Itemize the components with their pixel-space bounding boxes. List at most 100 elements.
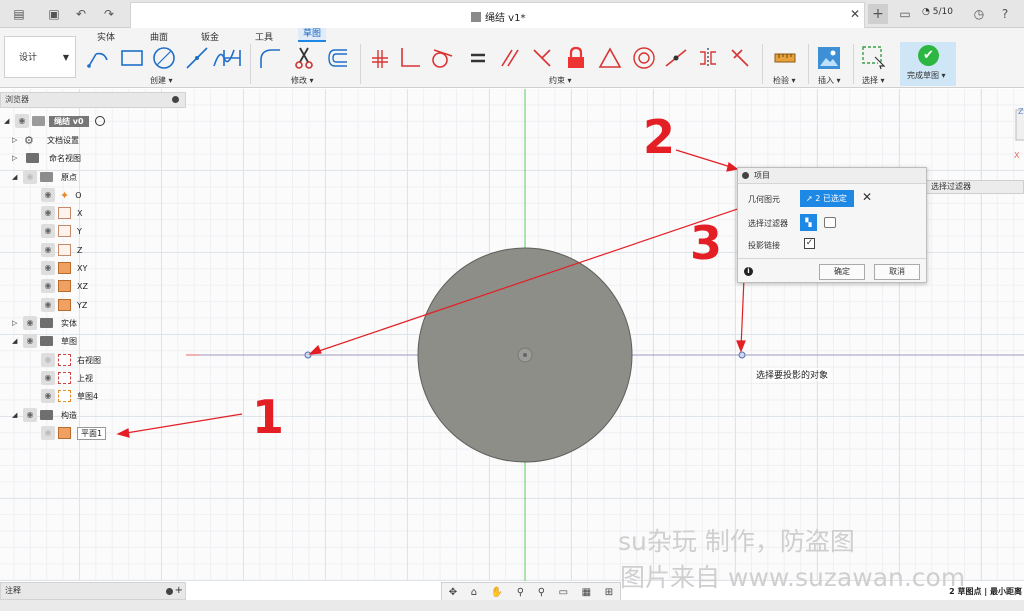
- collapse-icon[interactable]: [166, 588, 173, 595]
- cancel-button[interactable]: 取消: [874, 264, 920, 280]
- tree-node-label: O: [75, 190, 82, 200]
- plane-icon: [58, 280, 71, 292]
- tree-node-bodies[interactable]: ▷ ◉ 实体: [12, 314, 77, 332]
- sketch-point-left[interactable]: [304, 351, 312, 359]
- zoom-icon[interactable]: ⚲: [517, 587, 524, 598]
- eye-icon[interactable]: ◉: [23, 408, 37, 422]
- caret-open-icon[interactable]: ◢: [4, 117, 12, 125]
- eye-icon[interactable]: ◉: [41, 371, 55, 385]
- eye-icon[interactable]: ◉: [41, 224, 55, 238]
- tree-node-y-axis[interactable]: ◉ Y: [38, 222, 82, 240]
- eye-hidden-icon[interactable]: ◉: [23, 170, 37, 184]
- grid-settings-icon[interactable]: ▦: [582, 587, 591, 598]
- browser-panel: 浏览器 ◢ ◉ 绳结 v0 ▷ ⚙ 文档设置 ▷ 命名视图 ◢ ◉ 原点 ◉ ✦ O ◉ X ◉ Y …: [0, 92, 186, 444]
- tree-node-label: 原点: [61, 172, 77, 182]
- ok-button[interactable]: 确定: [819, 264, 865, 280]
- dialog-header: 项目: [738, 168, 926, 184]
- cursor-tooltip: 选择要投影的对象: [754, 368, 831, 381]
- info-icon[interactable]: i: [744, 267, 753, 276]
- eye-icon[interactable]: ◉: [41, 279, 55, 293]
- eye-icon[interactable]: ◉: [23, 316, 37, 330]
- look-at-icon[interactable]: ⌂: [471, 587, 477, 598]
- tree-node-xy-plane[interactable]: ◉ XY: [38, 259, 87, 277]
- tree-node-sketches[interactable]: ◢ ◉ 草图: [12, 332, 77, 350]
- eye-icon[interactable]: ◉: [23, 334, 37, 348]
- comments-panel[interactable]: 注释 +: [0, 582, 186, 600]
- tree-node-named-views[interactable]: ▷ 命名视图: [12, 149, 81, 167]
- eye-icon[interactable]: ◉: [41, 188, 55, 202]
- tree-node-x-axis[interactable]: ◉ X: [38, 204, 82, 222]
- filter-body-toggle[interactable]: [824, 217, 836, 228]
- sketch-icon: [58, 354, 71, 366]
- tree-node-label: 上视: [77, 373, 93, 383]
- tree-node-root[interactable]: ◢ ◉ 绳结 v0: [4, 112, 105, 130]
- tree-node-label: X: [77, 208, 83, 218]
- filter-geometry-icon[interactable]: ▚: [800, 214, 817, 231]
- geometry-selection-count: 2 已选定: [815, 194, 847, 203]
- viewcube[interactable]: Z X: [1012, 100, 1024, 160]
- tree-node-label: 平面1: [77, 426, 107, 440]
- tree-node-sketch4[interactable]: ◉ 草图4: [38, 387, 98, 405]
- eye-hidden-icon[interactable]: ◉: [41, 353, 55, 367]
- eye-icon[interactable]: ◉: [41, 206, 55, 220]
- collapse-icon[interactable]: [172, 96, 179, 103]
- zoom-window-icon[interactable]: ⚲: [538, 587, 545, 598]
- folder-icon: [40, 410, 53, 420]
- watermark-line2: 图片来自 www.suzawan.com: [620, 563, 966, 592]
- eye-icon[interactable]: ◉: [41, 261, 55, 275]
- display-settings-icon[interactable]: ▭: [559, 587, 568, 598]
- tree-node-origin-point[interactable]: ◉ ✦ O: [38, 186, 82, 204]
- tree-node-xz-plane[interactable]: ◉ XZ: [38, 277, 88, 295]
- sketch-point-right[interactable]: [738, 351, 746, 359]
- eye-hidden-icon[interactable]: ◉: [41, 426, 55, 440]
- caret-closed-icon[interactable]: ▷: [12, 136, 20, 144]
- clear-selection-icon[interactable]: ✕: [862, 190, 872, 204]
- tree-node-sketch-top[interactable]: ◉ 上视: [38, 369, 93, 387]
- pan-hand-icon[interactable]: ✋: [491, 587, 503, 598]
- browser-header: 浏览器: [0, 92, 186, 108]
- bottom-strip: [0, 600, 1024, 611]
- caret-open-icon[interactable]: ◢: [12, 337, 20, 345]
- caret-closed-icon[interactable]: ▷: [12, 154, 20, 162]
- annotation-number-3: 3: [690, 216, 723, 270]
- axis-icon: [58, 225, 71, 237]
- eye-icon[interactable]: ◉: [15, 114, 29, 128]
- project-dialog: 项目 几何图元 ➚ 2 已选定 ✕ 选择过滤器 ▚ 投影链接 ✓ i 确定 取消: [737, 167, 927, 283]
- collapse-icon[interactable]: [742, 172, 749, 179]
- tree-node-label: YZ: [77, 300, 88, 310]
- tree-node-yz-plane[interactable]: ◉ YZ: [38, 296, 87, 314]
- caret-closed-icon[interactable]: ▷: [12, 319, 20, 327]
- caret-open-icon[interactable]: ◢: [12, 411, 20, 419]
- tree-node-document-settings[interactable]: ▷ ⚙ 文档设置: [12, 131, 79, 149]
- tree-node-label: Y: [77, 226, 82, 236]
- tree-node-label: 构造: [61, 410, 77, 420]
- tree-node-sketch-right[interactable]: ◉ 右视图: [38, 351, 101, 369]
- selection-filter-panel[interactable]: 选择过滤器: [926, 180, 1024, 194]
- sketch-icon: [58, 390, 71, 402]
- tree-node-label: 右视图: [77, 355, 101, 365]
- tree-node-construction[interactable]: ◢ ◉ 构造: [12, 406, 77, 424]
- axis-icon: [58, 207, 71, 219]
- activate-radio-icon[interactable]: [94, 116, 105, 126]
- geometry-selection-button[interactable]: ➚ 2 已选定: [800, 190, 854, 207]
- chain-label: 投影链接: [748, 241, 780, 250]
- tree-node-plane1[interactable]: ◉ 平面1: [38, 424, 107, 442]
- sketch-icon: [58, 372, 71, 384]
- eye-icon[interactable]: ◉: [41, 389, 55, 403]
- chain-checkbox[interactable]: ✓: [804, 238, 815, 249]
- viewports-icon[interactable]: ⊞: [605, 587, 613, 598]
- eye-icon[interactable]: ◉: [41, 298, 55, 312]
- filter-label: 选择过滤器: [748, 219, 788, 228]
- folder-icon: [26, 153, 39, 163]
- tree-node-z-axis[interactable]: ◉ Z: [38, 241, 82, 259]
- eye-icon[interactable]: ◉: [41, 243, 55, 257]
- annotation-number-2: 2: [643, 110, 676, 164]
- add-comment-icon[interactable]: +: [175, 583, 183, 599]
- tree-node-label: XZ: [77, 281, 88, 291]
- caret-open-icon[interactable]: ◢: [12, 173, 20, 181]
- browser-title: 浏览器: [5, 95, 29, 104]
- tree-node-origin[interactable]: ◢ ◉ 原点: [12, 168, 77, 186]
- navigation-bar: ✥ ⌂ ✋ ⚲ ⚲ ▭ ▦ ⊞: [441, 582, 621, 602]
- orbit-icon[interactable]: ✥: [449, 587, 457, 598]
- comments-title: 注释: [5, 586, 21, 595]
